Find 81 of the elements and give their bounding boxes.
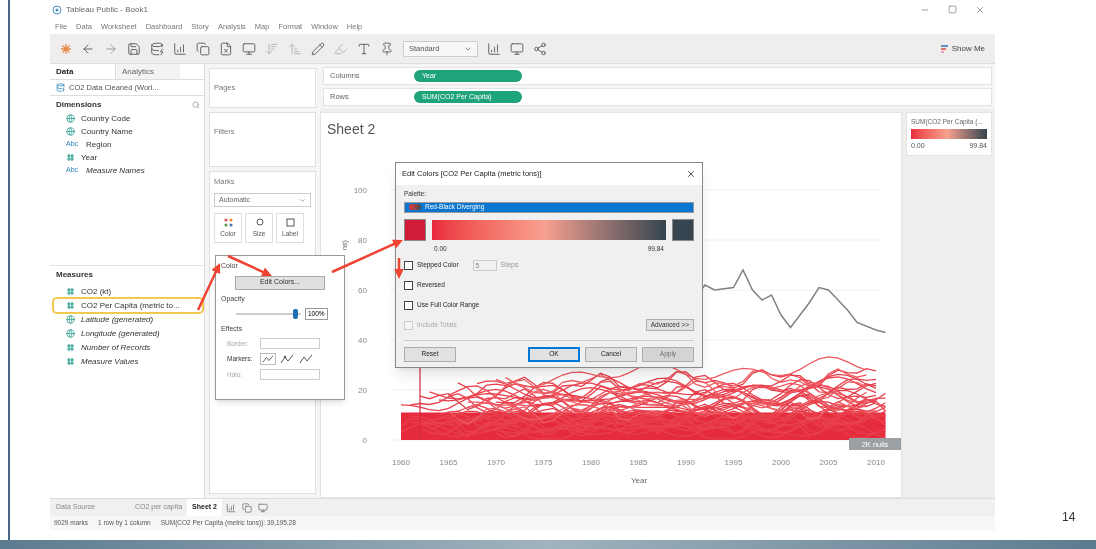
section-title: Dimensions xyxy=(56,99,102,111)
circle-icon xyxy=(254,217,264,227)
slider-thumb[interactable] xyxy=(292,308,298,319)
sheet-title: Sheet 2 xyxy=(327,120,377,139)
new-sheet-icon[interactable] xyxy=(173,41,187,56)
globe-icon xyxy=(66,127,75,136)
database-icon[interactable] xyxy=(150,41,164,56)
x-axis-label: Year xyxy=(630,476,648,485)
chart-icon[interactable] xyxy=(487,41,501,56)
search-icon[interactable] xyxy=(192,101,200,109)
pane-tab[interactable]: Analytics xyxy=(115,64,180,79)
end-color-swatch[interactable] xyxy=(672,218,694,241)
marker-option-icon[interactable] xyxy=(260,353,276,366)
square-icon xyxy=(285,217,295,227)
hash-icon xyxy=(66,343,75,352)
field-item[interactable]: Country Name xyxy=(54,125,202,138)
field-item[interactable]: Country Code xyxy=(54,112,202,125)
hash-icon xyxy=(66,153,75,162)
start-color-swatch[interactable] xyxy=(404,218,426,241)
duplicate-icon[interactable] xyxy=(196,41,210,56)
globe-icon xyxy=(66,329,75,338)
marker-option-icon[interactable] xyxy=(279,353,295,366)
page-number: 14 xyxy=(1062,509,1076,526)
x-tick-label: 2000 xyxy=(772,458,790,467)
app-logo-icon xyxy=(52,5,62,15)
y-tick-label: 40 xyxy=(358,336,367,345)
y-tick-label: 20 xyxy=(358,386,367,395)
field-item[interactable]: Year xyxy=(54,151,202,164)
field-item[interactable]: CO2 (kt) xyxy=(54,285,202,298)
datasource-icon xyxy=(56,83,65,92)
y-tick-label: 100 xyxy=(353,186,367,195)
x-tick-label: 1970 xyxy=(487,458,505,467)
text-icon[interactable] xyxy=(357,41,371,56)
pencil-icon[interactable] xyxy=(311,41,325,56)
share-icon[interactable] xyxy=(533,41,547,56)
presentation-icon[interactable] xyxy=(510,41,524,56)
new-dashboard-icon[interactable] xyxy=(242,502,252,513)
section-title: Measures xyxy=(56,268,93,281)
checkbox[interactable] xyxy=(404,300,413,310)
x-tick-label: 1990 xyxy=(677,458,695,467)
maximize-icon[interactable] xyxy=(948,5,957,14)
x-tick-label: 1995 xyxy=(724,458,743,467)
color-dots-icon xyxy=(223,217,233,227)
forward-icon[interactable] xyxy=(104,41,118,56)
save-icon[interactable] xyxy=(127,41,141,56)
x-tick-label: 2005 xyxy=(819,458,838,467)
globe-icon xyxy=(66,114,75,123)
checkbox[interactable] xyxy=(404,280,413,290)
arrow xyxy=(196,263,221,311)
hash-icon xyxy=(66,287,75,296)
new-worksheet-icon[interactable] xyxy=(226,502,236,513)
window-title: Tableau Public - Book1 xyxy=(66,4,148,16)
x-tick-label: 1975 xyxy=(534,458,553,467)
x-tick-label: 1980 xyxy=(582,458,600,467)
opacity-slider[interactable] xyxy=(236,308,301,319)
x-tick-label: 2010 xyxy=(867,458,885,467)
y-tick-label: 0 xyxy=(362,436,367,445)
hash-icon xyxy=(66,301,75,310)
field-item[interactable]: Measure Values xyxy=(54,355,202,368)
bar-chart-icon xyxy=(940,43,949,54)
logo-icon[interactable] xyxy=(60,42,72,55)
field-item[interactable]: Longitude (generated) xyxy=(54,327,202,340)
hash-icon xyxy=(66,357,75,366)
show-me-button[interactable]: Show Me xyxy=(940,42,985,55)
new-story-icon[interactable] xyxy=(258,502,268,513)
caret-icon xyxy=(299,196,306,204)
x-tick-label: 1960 xyxy=(392,458,410,467)
field-item[interactable]: CO2 Per Capita (metric to... xyxy=(54,299,202,312)
globe-icon xyxy=(66,315,75,324)
close-icon[interactable] xyxy=(686,169,696,179)
y-tick-label: 80 xyxy=(358,236,367,245)
back-icon[interactable] xyxy=(81,41,95,56)
clear-icon[interactable] xyxy=(219,41,233,56)
pin-icon[interactable] xyxy=(380,41,394,56)
x-tick-label: 1985 xyxy=(629,458,648,467)
marker-option-icon[interactable] xyxy=(298,353,314,366)
field-item[interactable]: Latitude (generated) xyxy=(54,313,202,326)
x-tick-label: 1965 xyxy=(439,458,458,467)
checkbox[interactable] xyxy=(404,260,413,270)
y-tick-label: 60 xyxy=(358,286,367,295)
field-item[interactable]: Number of Records xyxy=(54,341,202,354)
